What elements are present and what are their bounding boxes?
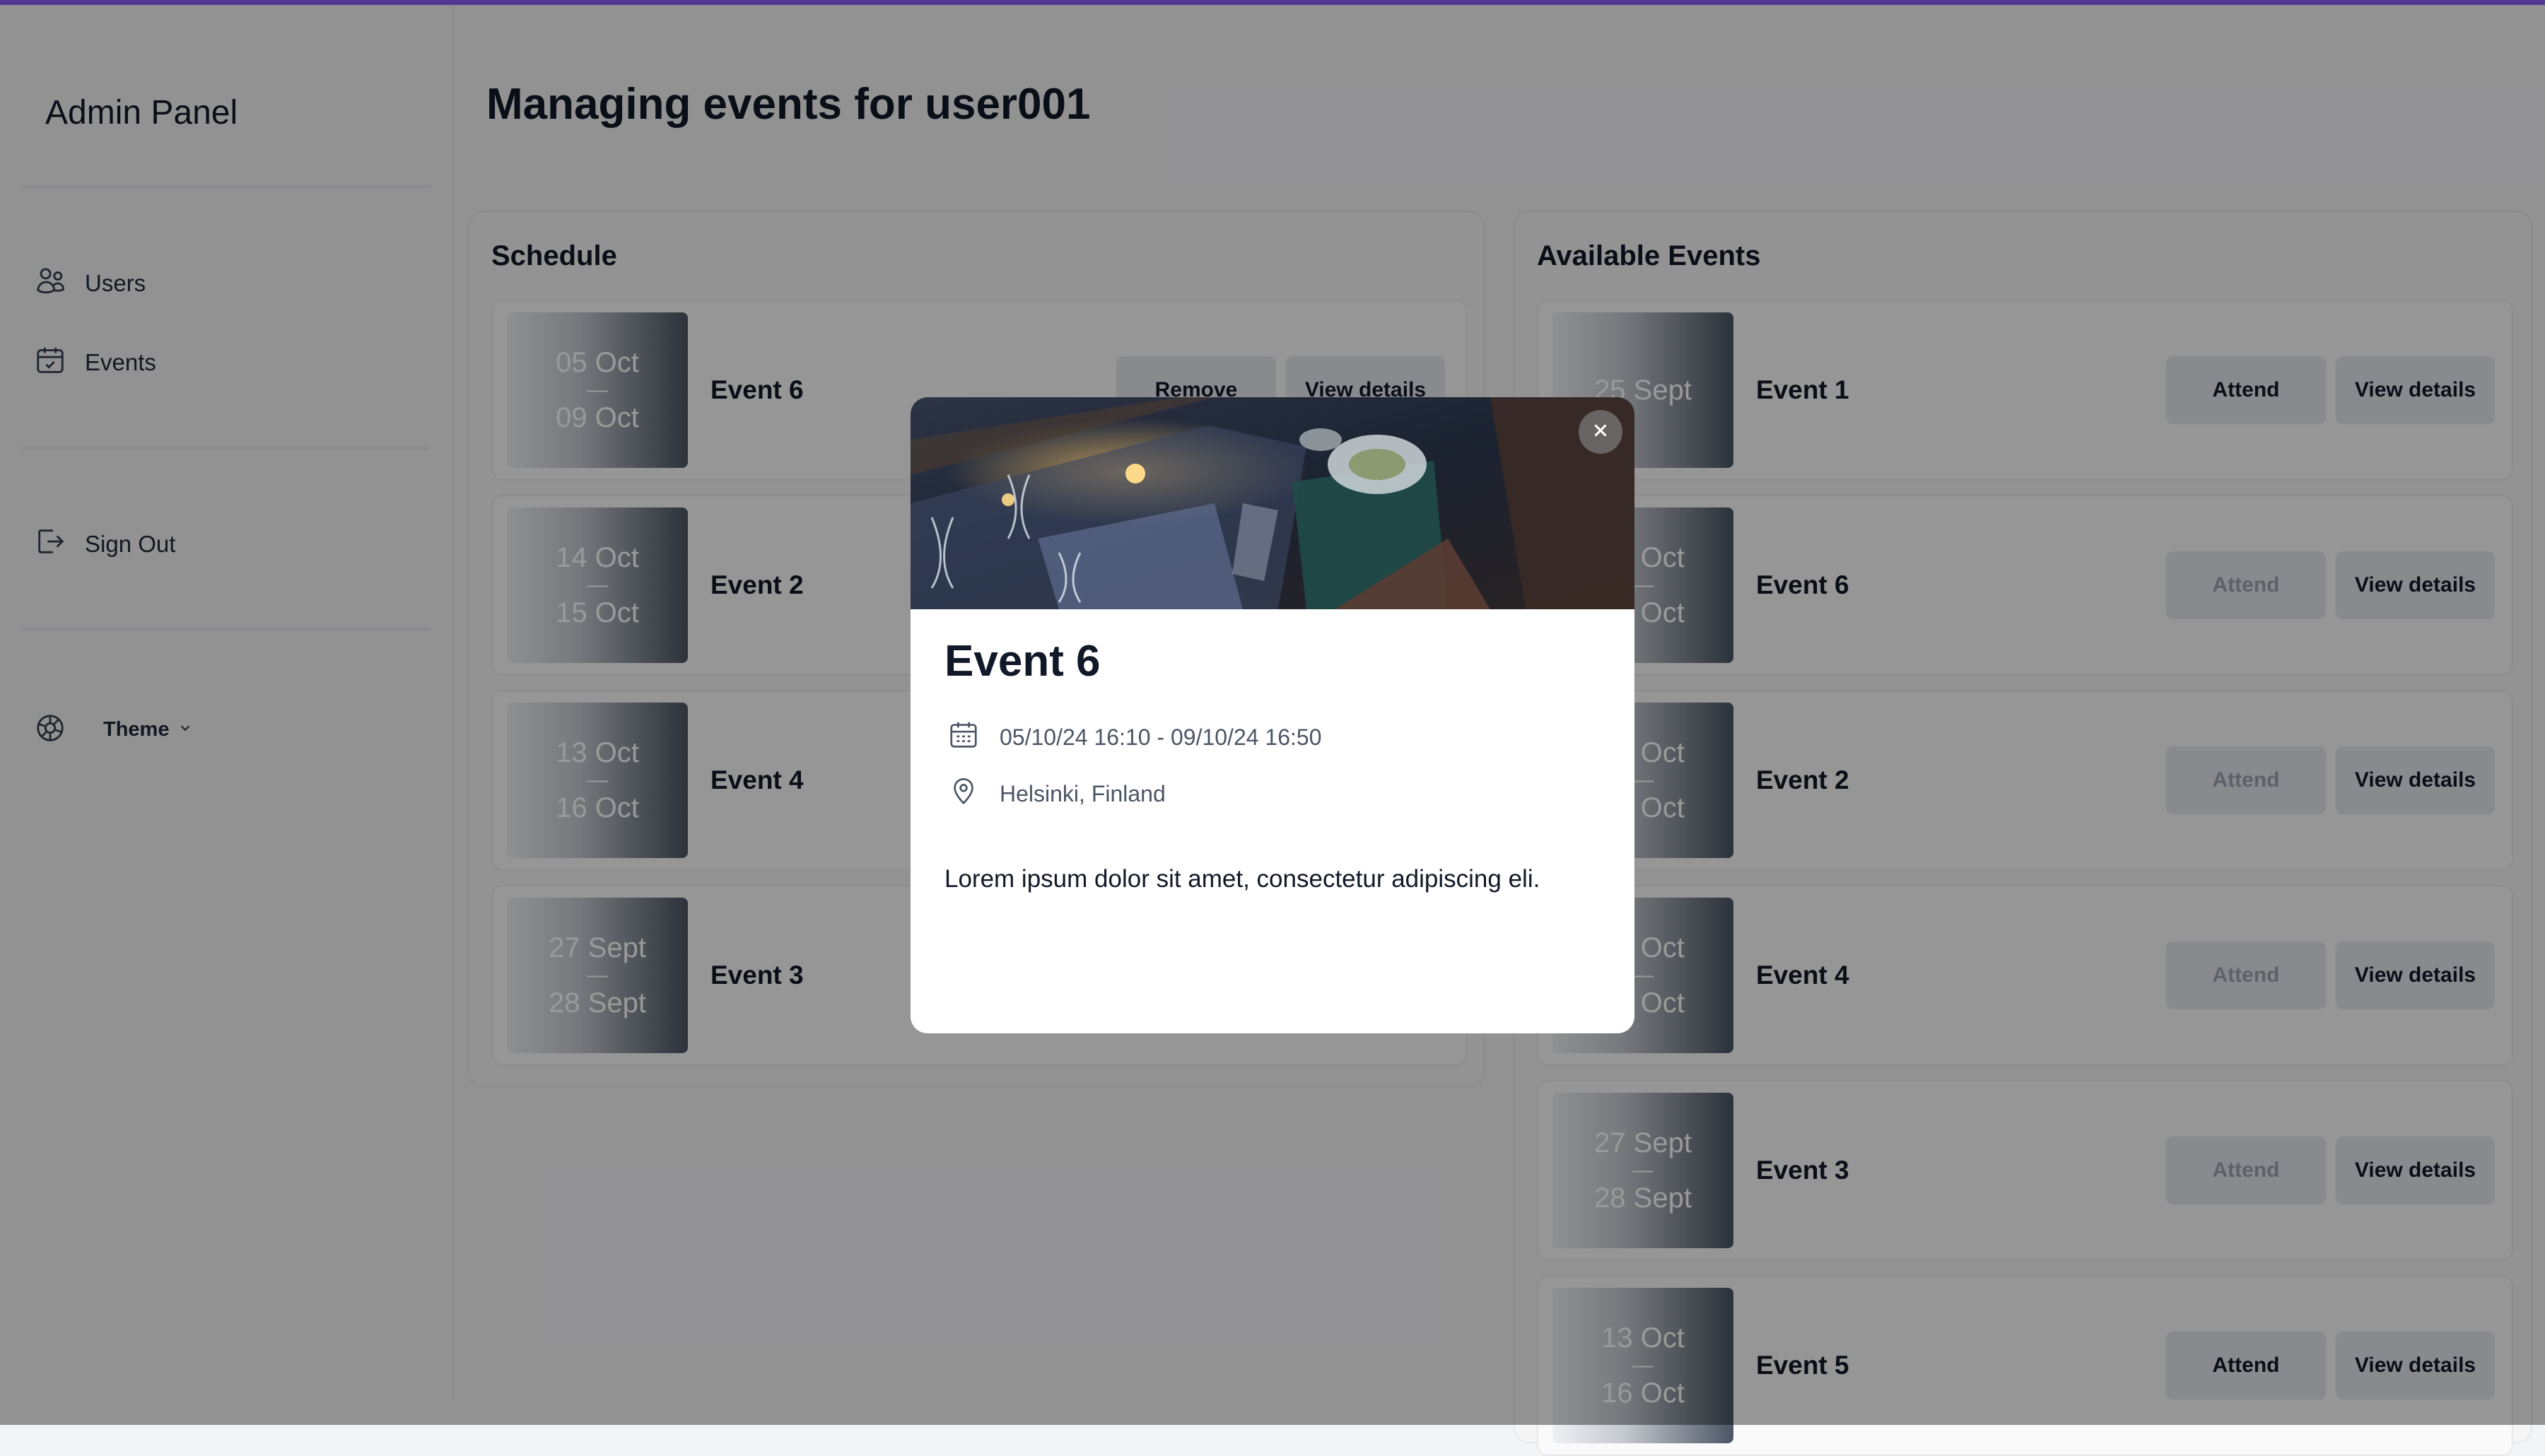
- map-pin-icon: [947, 775, 980, 813]
- event-datetime-text: 05/10/24 16:10 - 09/10/24 16:50: [1000, 724, 1322, 750]
- close-button[interactable]: [1579, 410, 1622, 454]
- event-description: Lorem ipsum dolor sit amet, consectetur …: [944, 865, 1540, 893]
- modal-title: Event 6: [944, 637, 1101, 686]
- event-location-text: Helsinki, Finland: [1000, 780, 1166, 806]
- calendar-icon: [947, 718, 980, 756]
- event-image: [911, 397, 1634, 609]
- event-location: Helsinki, Finland: [947, 775, 1166, 813]
- event-details-modal: Event 6 05/10/24 16:10 - 09/10/24 16:50 …: [911, 397, 1634, 1033]
- close-icon: [1590, 420, 1611, 445]
- event-datetime: 05/10/24 16:10 - 09/10/24 16:50: [947, 718, 1322, 756]
